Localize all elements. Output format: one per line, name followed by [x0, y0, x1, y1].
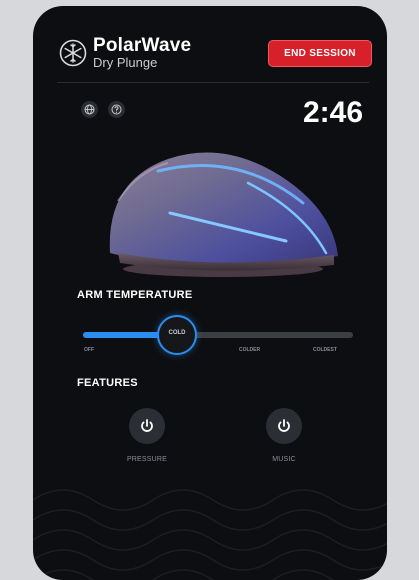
temperature-slider-track[interactable] [83, 332, 353, 338]
pressure-label: PRESSURE [126, 456, 168, 463]
tick-off: OFF [84, 347, 94, 353]
music-toggle-button[interactable] [266, 408, 302, 444]
session-timer: 2:46 [302, 96, 363, 129]
power-icon [278, 419, 290, 432]
pressure-toggle-button[interactable] [129, 408, 165, 444]
question-icon [111, 104, 122, 115]
plunge-pod-image [109, 152, 339, 277]
music-label: MUSIC [272, 456, 296, 463]
globe-icon [84, 104, 95, 115]
globe-button[interactable] [81, 101, 98, 118]
brand-name: PolarWave [93, 35, 192, 56]
temperature-slider-knob[interactable]: COLD [157, 315, 197, 355]
end-session-button[interactable]: END SESSION [268, 40, 372, 67]
help-button[interactable] [108, 101, 125, 118]
arm-temperature-title: ARM TEMPERATURE [77, 289, 193, 301]
features-title: FEATURES [77, 377, 138, 389]
tick-coldest: COLDEST [313, 347, 337, 353]
brand-subtitle: Dry Plunge [93, 55, 158, 70]
device-screen: PolarWave Dry Plunge END SESSION 2:46 AR… [33, 6, 387, 580]
snowflake-logo-icon [59, 39, 87, 66]
power-icon [141, 419, 153, 432]
tick-colder: COLDER [239, 347, 261, 353]
brand-logo-block: PolarWave Dry Plunge [59, 36, 191, 69]
header-divider [57, 82, 369, 83]
wave-pattern [33, 489, 387, 580]
